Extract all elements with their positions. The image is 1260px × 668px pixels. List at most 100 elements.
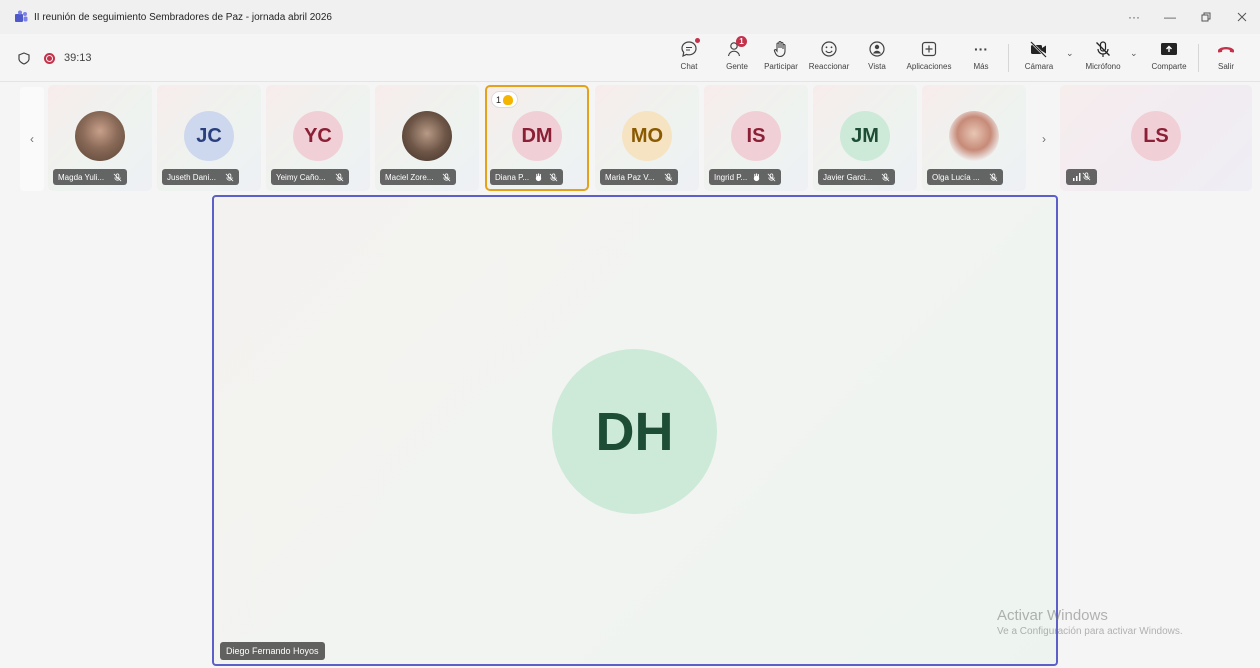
raise-hand-button[interactable]: Participar [760, 38, 802, 78]
mic-off-icon [335, 172, 344, 182]
camera-label: Cámara [1024, 62, 1054, 71]
participant-avatar: YC [293, 111, 343, 161]
view-label: Vista [868, 62, 886, 71]
raised-hand-icon [503, 94, 514, 105]
participant-tile[interactable]: Olga Lucía ... [922, 85, 1026, 191]
participant-avatar: IS [731, 111, 781, 161]
mic-off-icon [664, 172, 673, 182]
mic-off-icon [1082, 168, 1091, 186]
apps-label: Aplicaciones [906, 62, 952, 71]
react-label: Reaccionar [808, 62, 850, 71]
participant-name: Maciel Zore... [385, 172, 434, 182]
participant-nameplate: Yeimy Caño... [271, 169, 349, 185]
participant-tile[interactable]: IS Ingrid P... [704, 85, 808, 191]
participant-nameplate: Maciel Zore... [380, 169, 457, 185]
participant-tile[interactable]: Magda Yuli... [48, 85, 152, 191]
people-button[interactable]: 1 Gente [720, 36, 754, 78]
participant-tile[interactable]: Maciel Zore... [375, 85, 479, 191]
participant-tile[interactable]: LS [1060, 85, 1252, 191]
camera-options-chevron-icon[interactable]: ⌄ [1066, 48, 1074, 59]
next-participants-chevron-right-icon[interactable]: › [1032, 87, 1056, 191]
participant-nameplate: Juseth Dani... [162, 169, 239, 185]
main-speaker-avatar: DH [552, 349, 717, 514]
share-screen-icon [1161, 43, 1177, 55]
close-icon[interactable] [1224, 0, 1260, 34]
participant-strip: ‹ Magda Yuli... JC Juseth Dani... YC Yei… [0, 82, 1260, 194]
meeting-info: 39:13 [18, 34, 92, 82]
leave-label: Salir [1217, 62, 1234, 71]
people-count-badge: 1 [736, 36, 747, 47]
minimize-icon[interactable]: — [1152, 0, 1188, 34]
toolbar-divider [1008, 44, 1009, 72]
participant-name: Yeimy Caño... [276, 172, 326, 182]
raised-hand-badge: 1 [491, 91, 519, 108]
people-label: Gente [726, 62, 748, 71]
meeting-timer: 39:13 [64, 52, 92, 64]
hand-raised-icon [534, 172, 543, 182]
previous-participants-chevron-left-icon[interactable]: ‹ [20, 87, 44, 191]
participant-name: Juseth Dani... [167, 172, 216, 182]
add-app-icon [921, 41, 937, 57]
window-title: II reunión de seguimiento Sembradores de… [34, 11, 332, 23]
main-speaker-stage[interactable]: DH Diego Fernando Hoyos [212, 195, 1058, 666]
participant-avatar: JC [184, 111, 234, 161]
chat-label: Chat [680, 62, 698, 71]
meeting-toolbar: 39:13 Chat 1 Gente Participar Reaccionar… [0, 34, 1260, 82]
view-icon [869, 41, 885, 57]
camera-button[interactable]: Cámara [1022, 38, 1056, 78]
participant-tile-hand-raised[interactable]: 1 DM Diana P... [485, 85, 589, 191]
title-bar: II reunión de seguimiento Sembradores de… [0, 0, 1260, 34]
watermark-title: Activar Windows [997, 607, 1108, 624]
participant-name: Magda Yuli... [58, 172, 105, 182]
recording-icon [44, 52, 55, 64]
leave-button[interactable]: Salir [1212, 38, 1240, 78]
participant-nameplate: Magda Yuli... [53, 169, 128, 185]
participant-name: Diana P... [495, 172, 530, 182]
hand-raised-icon [752, 172, 761, 182]
participant-nameplate: Javier Garci... [818, 169, 896, 185]
participant-photo [75, 111, 125, 161]
restore-icon[interactable] [1188, 0, 1224, 34]
mic-off-icon [549, 172, 558, 182]
view-button[interactable]: Vista [862, 38, 892, 78]
participant-name: Javier Garci... [823, 172, 873, 182]
participant-avatar: JM [840, 111, 890, 161]
activation-watermark: Activar Windows Ve a Configuración para … [997, 607, 1183, 637]
participant-nameplate: Maria Paz V... [600, 169, 678, 185]
more-dots-icon: ··· [974, 41, 988, 57]
participant-name: Olga Lucía ... [932, 172, 980, 182]
raise-hand-icon [773, 40, 786, 58]
microphone-button[interactable]: Micrófono [1082, 38, 1124, 78]
shield-icon[interactable] [18, 51, 30, 65]
participant-photo [402, 111, 452, 161]
raise-hand-label: Participar [764, 62, 798, 71]
share-button[interactable]: Comparte [1150, 38, 1188, 78]
apps-button[interactable]: Aplicaciones [900, 38, 958, 78]
participant-nameplate [1066, 169, 1097, 185]
participant-avatar: LS [1131, 111, 1181, 161]
hand-queue-number: 1 [496, 94, 502, 105]
chat-unread-dot [695, 38, 700, 43]
more-icon[interactable]: ··· [1116, 0, 1152, 34]
toolbar-divider [1198, 44, 1199, 72]
share-label: Comparte [1151, 62, 1187, 71]
participant-tile[interactable]: MO Maria Paz V... [595, 85, 699, 191]
mic-off-icon [442, 172, 451, 182]
emoji-icon [821, 41, 837, 57]
participant-name: Maria Paz V... [605, 172, 655, 182]
camera-off-icon [1030, 41, 1047, 58]
participant-tile[interactable]: JM Javier Garci... [813, 85, 917, 191]
mic-off-icon [989, 172, 998, 182]
participant-nameplate: Olga Lucía ... [927, 169, 1003, 185]
mic-off-icon [767, 172, 776, 182]
chat-button[interactable]: Chat [674, 38, 704, 78]
teams-icon [15, 10, 28, 22]
microphone-options-chevron-icon[interactable]: ⌄ [1130, 48, 1138, 59]
more-label: Más [973, 62, 989, 71]
microphone-label: Micrófono [1085, 62, 1121, 71]
more-button[interactable]: ··· Más [966, 38, 996, 78]
participant-tile[interactable]: YC Yeimy Caño... [266, 85, 370, 191]
participant-tile[interactable]: JC Juseth Dani... [157, 85, 261, 191]
react-button[interactable]: Reaccionar [806, 38, 852, 78]
watermark-subtitle: Ve a Configuración para activar Windows. [997, 626, 1183, 637]
